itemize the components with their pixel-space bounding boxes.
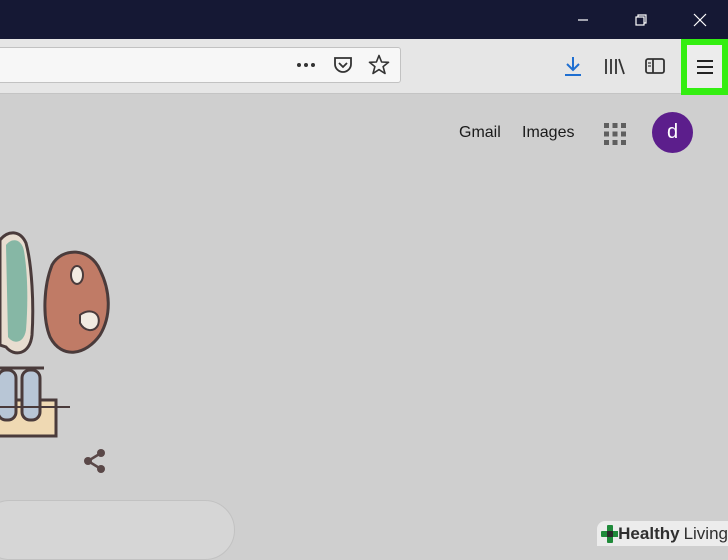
sidebar-button[interactable] [643, 54, 667, 78]
minimize-icon [578, 18, 588, 21]
images-link[interactable]: Images [522, 124, 574, 142]
navigation-toolbar [0, 39, 728, 94]
minimize-button[interactable] [560, 0, 606, 39]
library-button[interactable] [603, 54, 627, 78]
library-icon [605, 58, 625, 75]
open-menu-button[interactable] [687, 45, 722, 88]
account-avatar[interactable]: d [652, 112, 693, 153]
pocket-button[interactable] [332, 54, 354, 76]
healthy-living-cross-icon [601, 524, 619, 543]
pocket-icon [334, 57, 352, 73]
watermark-regular-text: Living [683, 523, 728, 543]
google-search-box[interactable] [0, 500, 235, 560]
share-icon [84, 449, 105, 473]
share-doodle-button[interactable] [81, 447, 109, 475]
sidebar-icon [645, 58, 665, 74]
close-window-button[interactable] [677, 0, 723, 39]
avatar-letter: d [666, 121, 679, 143]
restore-icon [635, 13, 647, 26]
gmail-link[interactable]: Gmail [459, 124, 501, 142]
more-icon [297, 63, 315, 67]
watermark: Healthy Living [597, 521, 728, 546]
page-actions-button[interactable] [295, 55, 317, 75]
menu-highlight [681, 39, 728, 95]
download-icon [565, 57, 581, 76]
title-bar [0, 0, 728, 39]
close-icon [693, 13, 707, 26]
downloads-button[interactable] [561, 54, 585, 78]
bookmark-button[interactable] [367, 53, 391, 77]
hamburger-menu-icon [696, 59, 713, 74]
bookmark-star-icon [368, 54, 390, 75]
url-bar[interactable] [0, 47, 401, 83]
watermark-bold-text: Healthy [618, 523, 680, 543]
restore-button[interactable] [618, 0, 664, 39]
doodle-artwork-icon [0, 231, 110, 438]
apps-grid-icon [604, 123, 626, 145]
apps-launcher-button[interactable] [603, 122, 627, 146]
google-doodle[interactable] [0, 225, 120, 475]
